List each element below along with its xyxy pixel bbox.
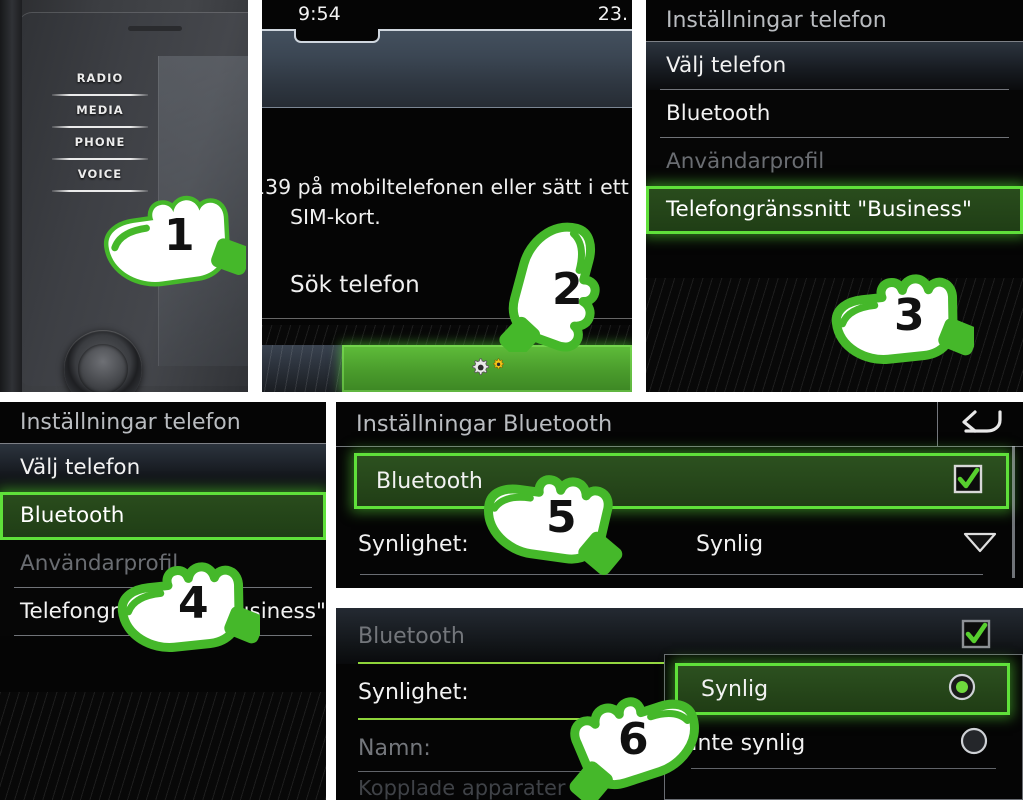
panel-head-unit: RADIO MEDIA PHONE VOICE 1 <box>0 0 248 392</box>
page-title-bar: Inställningar Bluetooth <box>336 402 1023 447</box>
bottom-toolbar <box>262 345 632 392</box>
panel-phone-settings-bluetooth: Inställningar telefon Välj telefon Bluet… <box>0 402 326 800</box>
menu-item-anvandarprofil: Användarprofil <box>0 540 326 588</box>
hardkey-phone[interactable]: PHONE <box>52 128 148 158</box>
ivi-screen-3: Inställningar telefon Välj telefon Bluet… <box>646 0 1023 392</box>
menu-item-valj-telefon[interactable]: Välj telefon <box>0 444 326 492</box>
toolbar-left-block <box>262 345 342 392</box>
gear-icon <box>470 352 504 388</box>
menu-item-bluetooth[interactable]: Bluetooth <box>646 90 1023 138</box>
hardkey-media[interactable]: MEDIA <box>52 96 148 126</box>
row-divider <box>360 574 983 575</box>
panel-phone-settings: Inställningar telefon Välj telefon Bluet… <box>646 0 1023 392</box>
menu-label: Bluetooth <box>666 101 771 126</box>
panel-visibility-dropdown: Bluetooth Synlighet: Namn: Kopplade appa <box>336 608 1023 800</box>
menu-item-anvandarprofil: Användarprofil <box>646 138 1023 186</box>
head-unit-body: RADIO MEDIA PHONE VOICE <box>18 12 248 392</box>
head-unit-notch <box>128 26 182 31</box>
hatched-strip <box>262 325 632 345</box>
menu-label: Telefongränssnitt "Business" <box>20 599 326 624</box>
row-label: Bluetooth <box>358 623 465 649</box>
hardkey-radio[interactable]: RADIO <box>52 64 148 94</box>
search-phone-item[interactable]: Sök telefon <box>290 272 420 298</box>
option-label: Inte synlig <box>691 730 806 756</box>
menu-label: Användarprofil <box>20 551 179 576</box>
checkbox-checked-icon <box>961 619 991 653</box>
head-unit-bezel <box>0 0 22 392</box>
dropdown-arrow-icon[interactable] <box>963 531 997 557</box>
settings-button[interactable] <box>342 345 632 392</box>
menu-item-valj-telefon[interactable]: Välj telefon <box>646 42 1023 90</box>
menu-item-bluetooth[interactable]: Bluetooth <box>0 492 326 540</box>
date-label: 23. <box>597 3 628 25</box>
visibility-row[interactable]: Synlighet: Synlig <box>336 513 1023 575</box>
clock-notch <box>294 29 380 43</box>
ivi-screen-2: 9:54 23. 139 på mobiltelefonen eller sät… <box>262 0 632 392</box>
hardkey-column: RADIO MEDIA PHONE VOICE <box>52 64 148 192</box>
back-button[interactable] <box>937 402 1023 446</box>
scrollbar[interactable] <box>1012 446 1015 578</box>
row-value: Synlig <box>696 531 764 557</box>
header-gradient-bar <box>262 29 632 108</box>
ivi-screen-6: Bluetooth Synlighet: Namn: Kopplade appa <box>336 608 1023 800</box>
row-divider <box>358 771 638 772</box>
tutorial-screenshot-grid: RADIO MEDIA PHONE VOICE 1 9:54 23. 139 p… <box>0 0 1023 800</box>
page-title: Inställningar Bluetooth <box>356 411 613 437</box>
bluetooth-toggle-row[interactable]: Bluetooth <box>354 453 1009 509</box>
status-bar: 9:54 23. <box>262 0 632 30</box>
dropdown-option-synlig[interactable]: Synlig <box>675 663 1010 715</box>
menu-label: Telefongränssnitt "Business" <box>666 197 972 222</box>
checkbox-checked-icon[interactable] <box>953 464 983 498</box>
row-label: Namn: <box>358 735 431 761</box>
option-label: Synlig <box>701 676 769 702</box>
status-message-line1: 139 på mobiltelefonen eller sätt i ett <box>262 175 629 199</box>
hatched-background <box>646 278 1023 392</box>
panel-phone-search: 9:54 23. 139 på mobiltelefonen eller sät… <box>262 0 632 392</box>
row-divider <box>14 635 312 636</box>
menu-label: Välj telefon <box>666 53 787 78</box>
head-unit-display <box>158 56 248 366</box>
menu-label: Bluetooth <box>20 503 125 528</box>
radio-unselected-icon[interactable] <box>960 727 988 759</box>
dropdown-option-inte-synlig[interactable]: Inte synlig <box>665 715 1022 771</box>
hatched-background <box>0 692 326 800</box>
page-title: Inställningar telefon <box>0 402 326 444</box>
back-arrow-icon <box>958 406 1004 442</box>
menu-label: Användarprofil <box>666 149 825 174</box>
ivi-screen-4: Inställningar telefon Välj telefon Bluet… <box>0 402 326 800</box>
row-label: Bluetooth <box>376 468 483 494</box>
panel-bluetooth-settings: Inställningar Bluetooth Bluetooth Synlig… <box>336 402 1023 588</box>
visibility-dropdown-popup: Synlig Inte synlig <box>664 654 1023 800</box>
menu-item-telefongranssnitt[interactable]: Telefongränssnitt "Business" <box>0 588 326 636</box>
radio-selected-icon[interactable] <box>948 673 976 705</box>
page-title: Inställningar telefon <box>646 0 1023 42</box>
rotary-knob[interactable] <box>64 330 142 392</box>
row-label: Synlighet: <box>358 679 469 705</box>
menu-item-telefongranssnitt[interactable]: Telefongränssnitt "Business" <box>646 186 1023 234</box>
ivi-screen-5: Inställningar Bluetooth Bluetooth Synlig… <box>336 402 1023 588</box>
status-message: 139 på mobiltelefonen eller sätt i ett S… <box>262 172 629 232</box>
menu-label: Välj telefon <box>20 455 141 480</box>
hardkey-voice[interactable]: VOICE <box>52 160 148 190</box>
status-message-line2: SIM-kort. <box>290 205 381 229</box>
clock-label: 9:54 <box>298 3 341 25</box>
paired-devices-label: Kopplade apparater <box>358 780 566 800</box>
search-divider <box>262 318 632 319</box>
row-label: Synlighet: <box>358 531 469 557</box>
hardkey-divider <box>52 190 148 192</box>
option-divider <box>691 768 996 769</box>
